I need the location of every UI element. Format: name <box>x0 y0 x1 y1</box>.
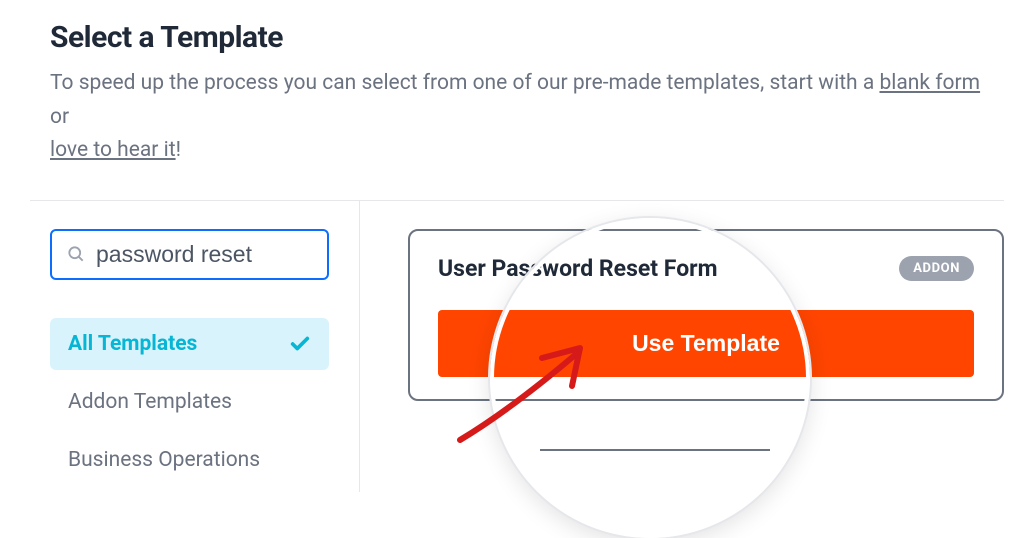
love-to-hear-it-link[interactable]: love to hear it <box>50 138 176 162</box>
underline-annotation <box>540 449 770 451</box>
subtitle-text-2: or <box>50 105 69 129</box>
page-subtitle: To speed up the process you can select f… <box>50 67 1004 168</box>
use-template-button[interactable]: Use Template <box>438 310 974 377</box>
subtitle-text-1: To speed up the process you can select f… <box>50 71 879 95</box>
template-title: User Password Reset Form <box>438 255 718 282</box>
category-label: All Templates <box>68 332 197 356</box>
category-all-templates[interactable]: All Templates <box>50 318 329 370</box>
search-input[interactable] <box>96 241 313 268</box>
category-addon-templates[interactable]: Addon Templates <box>50 376 329 428</box>
search-box[interactable] <box>50 229 329 280</box>
category-label: Addon Templates <box>68 390 232 414</box>
check-icon <box>289 333 311 355</box>
page-title: Select a Template <box>50 20 1004 55</box>
sidebar: All Templates Addon Templates Business O… <box>50 201 360 492</box>
addon-badge: ADDON <box>899 256 974 281</box>
blank-form-link[interactable]: blank form <box>879 71 980 95</box>
category-business-operations[interactable]: Business Operations <box>50 434 329 486</box>
search-icon <box>66 244 86 264</box>
subtitle-text-3: ! <box>176 138 181 162</box>
template-card[interactable]: User Password Reset Form ADDON Use Templ… <box>408 229 1004 401</box>
main-panel: User Password Reset Form ADDON Use Templ… <box>360 229 1004 492</box>
category-label: Business Operations <box>68 448 260 472</box>
